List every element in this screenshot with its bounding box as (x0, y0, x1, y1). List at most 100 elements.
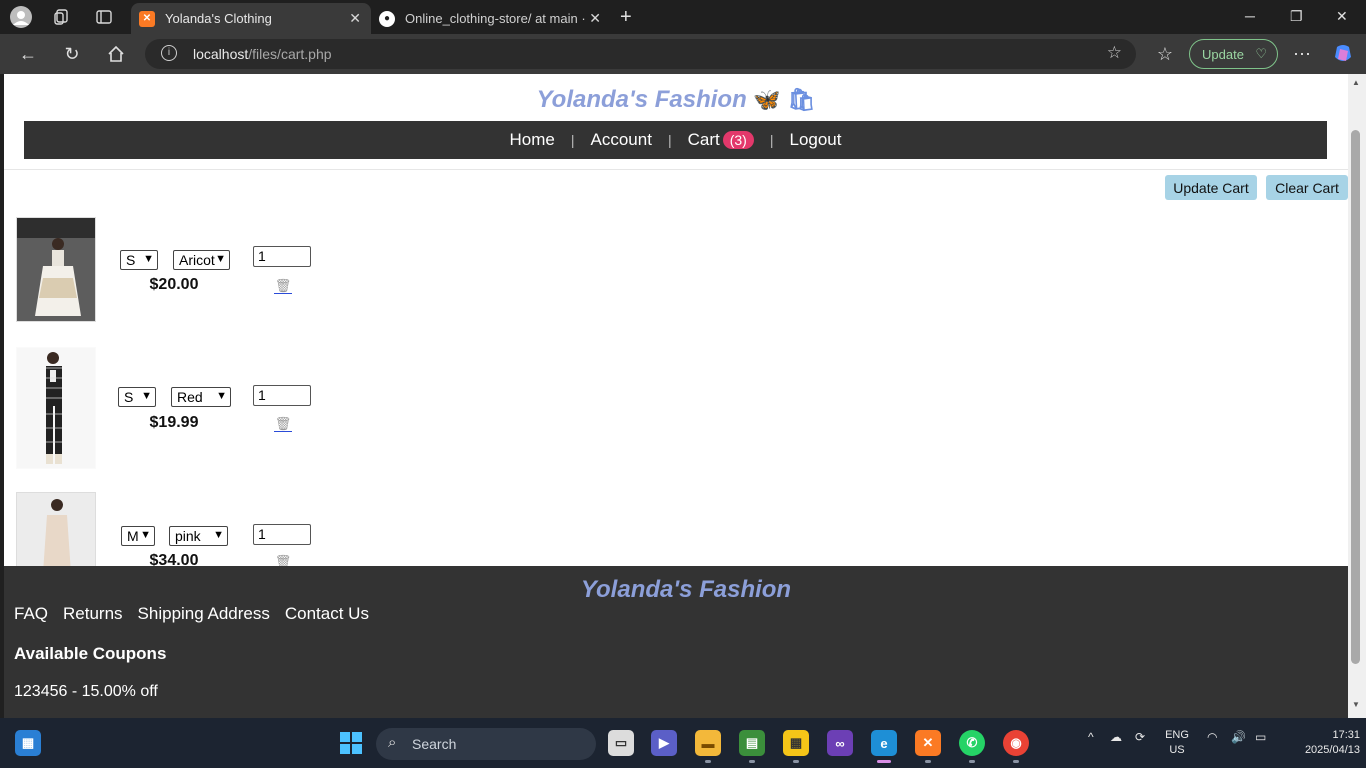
trash-icon[interactable]: 🗑 (274, 554, 292, 566)
item-price: $20.00 (149, 276, 199, 293)
footer-link-faq[interactable]: FAQ (14, 604, 48, 624)
chevron-down-icon: ▼ (143, 253, 154, 265)
xampp-icon[interactable]: ✕ (915, 730, 941, 756)
nav-cart[interactable]: Cart (3) (672, 130, 770, 150)
browser-update-button[interactable]: Update ♡ (1189, 39, 1278, 69)
chrome-icon[interactable]: ◉ (1003, 730, 1029, 756)
tab-actions-icon[interactable] (92, 5, 116, 29)
item-price: $34.00 (149, 552, 199, 566)
scrollbar-thumb[interactable] (1351, 130, 1360, 664)
color-select[interactable]: Aricot ▼ (173, 250, 230, 270)
nav-logout[interactable]: Logout (773, 130, 857, 150)
tab-title: Online_clothing-store/ at main · Y (405, 11, 585, 26)
volume-icon[interactable]: 🔊 (1231, 730, 1246, 744)
footer-links: FAQ Returns Shipping Address Contact Us (14, 604, 369, 624)
chevron-down-icon: ▼ (141, 390, 152, 402)
close-window-icon[interactable]: ✕ (1336, 8, 1348, 25)
footer-link-shipping-address[interactable]: Shipping Address (138, 604, 270, 624)
system-clock[interactable]: 17:31 2025/04/13 (1280, 728, 1360, 758)
widgets-icon[interactable]: ▦ (15, 730, 41, 756)
size-select[interactable]: S ▼ (120, 250, 158, 270)
nav-account[interactable]: Account (575, 130, 668, 150)
update-cart-button[interactable]: Update Cart (1165, 175, 1257, 200)
profile-avatar-icon[interactable] (9, 5, 33, 29)
url-text[interactable]: localhost/files/cart.php (193, 46, 332, 62)
edge-browser-icon[interactable]: e (871, 730, 897, 756)
microsoft-store-icon[interactable]: ▦ (783, 730, 809, 756)
more-menu-icon[interactable]: ⋯ (1289, 42, 1315, 66)
visual-studio-icon[interactable]: ∞ (827, 730, 853, 756)
site-info-icon[interactable]: i (161, 45, 177, 61)
running-indicator (749, 760, 755, 763)
new-tab-plus-icon[interactable]: + (620, 6, 632, 29)
tab-github-repo[interactable]: ● Online_clothing-store/ at main · Y ✕ (371, 3, 611, 34)
copilot-icon[interactable] (1330, 42, 1356, 66)
cart-item: S ▼ Red ▼ $19.99 1 🗑 (4, 347, 604, 469)
scroll-up-icon[interactable]: ▲ (1352, 78, 1360, 87)
cart-item: M ▼ pink ▼ $34.00 1 🗑 (4, 492, 604, 566)
search-icon: ⌕ (388, 734, 397, 751)
page-scrollbar[interactable]: ▲ ▼ (1348, 74, 1366, 718)
quantity-input[interactable]: 1 (253, 524, 311, 545)
teams-chat-icon[interactable]: ▶ (651, 730, 677, 756)
sync-icon[interactable]: ⟳ (1135, 730, 1145, 744)
whatsapp-icon[interactable]: ✆ (959, 730, 985, 756)
footer-brand: Yolanda's Fashion (580, 576, 792, 603)
coupon-item: 123456 - 15.00% off (14, 683, 158, 700)
running-indicator (1013, 760, 1019, 763)
windows-taskbar: ▦ ⌕ Search ▭ ▶ ▬ ▤ ▦ ∞ e ✕ ✆ ◉ ^ ☁ ⟳ ENG… (0, 718, 1366, 768)
home-icon[interactable] (103, 42, 129, 66)
footer-link-returns[interactable]: Returns (63, 604, 123, 624)
chevron-down-icon: ▼ (213, 529, 224, 541)
close-tab-icon[interactable]: ✕ (349, 10, 361, 27)
close-tab-icon[interactable]: ✕ (589, 10, 601, 27)
scroll-down-icon[interactable]: ▼ (1352, 700, 1360, 709)
refresh-icon[interactable]: ↻ (59, 42, 85, 66)
size-select[interactable]: M ▼ (121, 526, 155, 546)
browser-tab-bar: ✕ Yolanda's Clothing ✕ ● Online_clothing… (0, 0, 1366, 34)
chevron-down-icon: ▼ (140, 529, 151, 541)
minimize-icon[interactable]: ─ (1245, 8, 1255, 24)
butterfly-icon: 🦋 (753, 87, 781, 112)
product-image (16, 347, 96, 469)
product-image (16, 217, 96, 322)
language-indicator[interactable]: ENG US (1162, 728, 1192, 758)
color-select[interactable]: Red ▼ (171, 387, 231, 407)
quantity-input[interactable]: 1 (253, 385, 311, 406)
nav-home[interactable]: Home (494, 130, 571, 150)
address-bar[interactable]: i localhost/files/cart.php ☆ (145, 39, 1136, 69)
running-indicator (969, 760, 975, 763)
start-windows-icon[interactable] (338, 730, 364, 756)
restore-icon[interactable]: ❐ (1290, 8, 1303, 25)
chevron-down-icon: ▼ (216, 390, 227, 402)
color-select[interactable]: pink ▼ (169, 526, 228, 546)
tab-title: Yolanda's Clothing (165, 11, 272, 26)
tab-yolandas-clothing[interactable]: ✕ Yolanda's Clothing ✕ (131, 3, 371, 34)
battery-icon[interactable]: ▭ (1255, 730, 1266, 744)
wifi-icon[interactable]: ◠ (1207, 730, 1217, 744)
running-indicator (793, 760, 799, 763)
taskbar-search[interactable]: ⌕ Search (376, 728, 596, 760)
task-view-icon[interactable]: ▭ (608, 730, 634, 756)
spreadsheet-app-icon[interactable]: ▤ (739, 730, 765, 756)
trash-icon[interactable]: 🗑 (274, 416, 292, 432)
onedrive-icon[interactable]: ☁ (1110, 730, 1122, 744)
quantity-input[interactable]: 1 (253, 246, 311, 267)
site-brand[interactable]: Yolanda's Fashion 🦋 🛍 (4, 86, 1348, 114)
clear-cart-button[interactable]: Clear Cart (1266, 175, 1348, 200)
size-select[interactable]: S ▼ (118, 387, 156, 407)
file-explorer-icon[interactable]: ▬ (695, 730, 721, 756)
trash-icon[interactable]: 🗑 (274, 278, 292, 294)
chevron-down-icon: ▼ (215, 253, 226, 265)
running-indicator (705, 760, 711, 763)
favorites-icon[interactable]: ☆ (1152, 42, 1178, 66)
divider (4, 169, 1348, 170)
workspaces-icon[interactable] (50, 5, 74, 29)
show-hidden-icons-chevron-icon[interactable]: ^ (1088, 730, 1094, 744)
favorite-star-icon[interactable]: ☆ (1107, 43, 1122, 63)
cart-item: S ▼ Aricot ▼ $20.00 1 🗑 (4, 216, 604, 336)
github-favicon-icon: ● (379, 10, 395, 27)
footer-link-contact-us[interactable]: Contact Us (285, 604, 369, 624)
back-arrow-icon[interactable]: ← (15, 42, 41, 66)
xampp-favicon-icon: ✕ (139, 10, 155, 27)
